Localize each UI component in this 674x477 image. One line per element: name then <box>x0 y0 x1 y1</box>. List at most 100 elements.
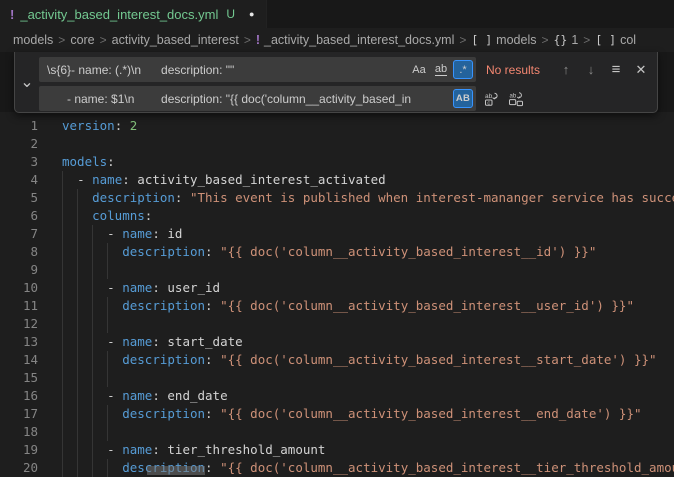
code-line[interactable]: 14 description: "{{ doc('column__activit… <box>0 351 674 369</box>
replace-row: - name: $1\n description: "{{ doc('colum… <box>39 86 651 111</box>
indent-guide <box>77 225 78 243</box>
breadcrumb-separator-icon: > <box>244 33 251 47</box>
replace-input[interactable]: - name: $1\n description: "{{ doc('colum… <box>39 86 476 111</box>
code-line[interactable]: 5 description: "This event is published … <box>0 189 674 207</box>
replace-all-icon: ab <box>508 91 524 107</box>
regex-toggle[interactable]: .* <box>453 60 473 79</box>
line-number: 9 <box>0 261 38 279</box>
breadcrumb-label: col <box>620 33 636 47</box>
indent-guide <box>62 171 63 189</box>
code-line[interactable]: 1 version: 2 <box>0 117 674 135</box>
line-number: 10 <box>0 279 38 297</box>
line-number: 7 <box>0 225 38 243</box>
indent-guide <box>62 261 63 279</box>
replace-all-button[interactable]: ab <box>506 89 526 109</box>
code-line[interactable]: 20 description: "{{ doc('column__activit… <box>0 459 674 477</box>
code-line[interactable]: 10 - name: user_id <box>0 279 674 297</box>
line-number: 1 <box>0 117 38 135</box>
indent-guide <box>77 423 78 441</box>
match-case-toggle[interactable]: Aa <box>409 60 429 79</box>
indent-guide <box>62 243 63 261</box>
indent-guide <box>77 261 78 279</box>
breadcrumb-item-col[interactable]: [ ]col <box>595 33 636 47</box>
code-text: version: 2 <box>62 118 137 133</box>
code-line[interactable]: 3models: <box>0 153 674 171</box>
indent-guide <box>92 333 93 351</box>
indent-guide <box>107 243 108 261</box>
code-editor[interactable]: 1 version: 2 23models:4 - name: activity_b… <box>0 112 674 477</box>
breadcrumb-label: models <box>496 33 536 47</box>
code-line[interactable]: 11 description: "{{ doc('column__activit… <box>0 297 674 315</box>
code-line[interactable]: 7 - name: id <box>0 225 674 243</box>
replace-button[interactable]: ab c <box>481 89 501 109</box>
tab-active-file[interactable]: ! _activity_based_interest_docs.yml U ● <box>0 0 267 28</box>
code-line[interactable]: 13 - name: start_date <box>0 333 674 351</box>
find-input[interactable]: \s{6}- name: (.*)\n description: "" Aa a… <box>39 57 476 82</box>
find-query-text: \s{6}- name: (.*)\n description: "" <box>47 63 407 77</box>
horizontal-scrollbar[interactable] <box>147 466 205 475</box>
indent-guide <box>107 459 108 477</box>
breadcrumb-label: activity_based_interest <box>112 33 239 47</box>
replace-value-text: - name: $1\n description: "{{ doc('colum… <box>47 92 451 106</box>
code-line[interactable]: 12 <box>0 315 674 333</box>
find-in-selection-button[interactable]: ≡ <box>606 60 626 80</box>
previous-match-button[interactable]: ↑ <box>556 60 576 80</box>
preserve-case-toggle[interactable]: AB <box>453 89 473 108</box>
replace-icon: ab c <box>483 91 499 107</box>
breadcrumb-item-1[interactable]: {}1 <box>553 33 578 47</box>
breadcrumb-label: core <box>70 33 94 47</box>
indent-guide <box>107 297 108 315</box>
code-line[interactable]: 18 <box>0 423 674 441</box>
breadcrumb-item-activity_based_interest[interactable]: activity_based_interest <box>112 33 239 47</box>
code-line[interactable]: 15 <box>0 369 674 387</box>
code-line[interactable]: 9 <box>0 261 674 279</box>
indent-guide <box>107 351 108 369</box>
indent-guide <box>77 333 78 351</box>
code-line[interactable]: 6 columns: <box>0 207 674 225</box>
code-line[interactable]: 2 <box>0 135 674 153</box>
whole-word-toggle[interactable]: ab <box>431 60 451 79</box>
toggle-replace-chevron-icon[interactable]: ⌄ <box>15 52 39 112</box>
indent-guide <box>62 351 63 369</box>
array-icon: [ ] <box>471 33 492 47</box>
breadcrumb-item-models[interactable]: models <box>13 33 53 47</box>
indent-guide <box>92 441 93 459</box>
code-line[interactable]: 4 - name: activity_based_interest_activa… <box>0 171 674 189</box>
yaml-icon: ! <box>256 33 260 47</box>
git-untracked-badge: U <box>226 7 235 21</box>
indent-guide <box>77 297 78 315</box>
dirty-indicator-icon[interactable]: ● <box>249 9 254 19</box>
breadcrumb-separator-icon: > <box>459 33 466 47</box>
tab-title: _activity_based_interest_docs.yml <box>20 7 218 22</box>
indent-guide <box>62 189 63 207</box>
indent-guide <box>77 405 78 423</box>
code-line[interactable]: 8 description: "{{ doc('column__activity… <box>0 243 674 261</box>
line-number: 17 <box>0 405 38 423</box>
indent-guide <box>77 459 78 477</box>
code-text: description: "{{ doc('column__activity_b… <box>62 352 657 367</box>
line-number: 2 <box>0 135 38 153</box>
code-line[interactable]: 17 description: "{{ doc('column__activit… <box>0 405 674 423</box>
code-line[interactable]: 19 - name: tier_threshold_amount <box>0 441 674 459</box>
svg-text:ab: ab <box>485 93 493 100</box>
close-find-button[interactable]: ✕ <box>631 60 651 80</box>
code-text: - name: end_date <box>62 388 228 403</box>
line-number: 16 <box>0 387 38 405</box>
indent-guide <box>62 333 63 351</box>
line-number: 19 <box>0 441 38 459</box>
code-line[interactable]: 16 - name: end_date <box>0 387 674 405</box>
breadcrumb-item-models[interactable]: [ ] models <box>471 33 536 47</box>
line-number: 15 <box>0 369 38 387</box>
line-number: 20 <box>0 459 38 477</box>
indent-guide <box>77 279 78 297</box>
line-number: 18 <box>0 423 38 441</box>
line-number: 5 <box>0 189 38 207</box>
breadcrumb-item-core[interactable]: core <box>70 33 94 47</box>
breadcrumb-item-_activity_based_interest_docs.yml[interactable]: !_activity_based_interest_docs.yml <box>256 33 455 47</box>
indent-guide <box>62 459 63 477</box>
indent-guide <box>92 387 93 405</box>
indent-guide <box>92 315 93 333</box>
line-number: 14 <box>0 351 38 369</box>
next-match-button[interactable]: ↓ <box>581 60 601 80</box>
indent-guide <box>92 369 93 387</box>
